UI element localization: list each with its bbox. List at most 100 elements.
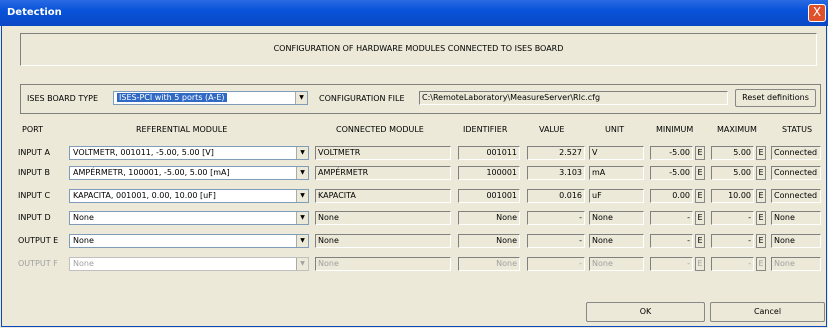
title-bar[interactable]: Detection X: [0, 0, 828, 26]
identifier-value: None: [496, 213, 517, 222]
minimum-value: -5.00: [669, 148, 690, 157]
unit-field: None: [589, 234, 644, 248]
measured-value: -: [579, 236, 582, 245]
unit-value: None: [592, 213, 613, 222]
edit-maximum-button[interactable]: E: [756, 211, 766, 225]
measured-value: 2.527: [559, 148, 582, 157]
referential-module-select[interactable]: AMPÉRMETR, 100001, -5.00, 5.00 [mA] ▼: [69, 166, 309, 180]
identifier-field: None: [458, 234, 520, 248]
config-file-label: CONFIGURATION FILE: [319, 94, 405, 103]
header-connected-module: CONNECTED MODULE: [336, 125, 424, 134]
referential-module-value: KAPACITA, 001001, 0.00, 10.00 [uF]: [73, 191, 216, 200]
referential-module-value: None: [73, 236, 94, 245]
edit-maximum-button[interactable]: E: [756, 166, 766, 180]
status-value: Connected: [774, 148, 818, 157]
chevron-down-icon: ▼: [296, 258, 308, 270]
minimum-value: -5.00: [669, 168, 690, 177]
close-button[interactable]: X: [808, 4, 826, 22]
maximum-value: 5.00: [733, 148, 751, 157]
measured-value: -: [579, 213, 582, 222]
connected-module-value: None: [318, 259, 339, 268]
header-referential-module: REFERENTIAL MODULE: [136, 125, 228, 134]
referential-module-select[interactable]: None ▼: [69, 234, 309, 248]
edit-minimum-button[interactable]: E: [695, 189, 705, 203]
value-field: -: [527, 257, 585, 271]
chevron-down-icon[interactable]: ▼: [296, 212, 308, 224]
status-field: None: [771, 234, 821, 248]
chevron-down-icon[interactable]: ▼: [295, 92, 307, 104]
minimum-value: -: [687, 259, 690, 268]
header-maximum: MAXIMUM: [717, 125, 757, 134]
unit-field: V: [589, 146, 644, 160]
connected-module-field: AMPÉRMETR: [315, 166, 451, 180]
referential-module-value: AMPÉRMETR, 100001, -5.00, 5.00 [mA]: [73, 168, 230, 177]
status-value: Connected: [774, 191, 818, 200]
board-settings-group: ISES BOARD TYPE ISES-PCI with 5 ports (A…: [20, 84, 821, 114]
edit-minimum-button[interactable]: E: [695, 146, 705, 160]
maximum-field: -: [711, 257, 754, 271]
identifier-value: None: [496, 259, 517, 268]
maximum-field: 5.00: [711, 166, 754, 180]
edit-minimum-button[interactable]: E: [695, 166, 705, 180]
banner-title: CONFIGURATION OF HARDWARE MODULES CONNEC…: [273, 44, 564, 53]
value-field: -: [527, 234, 585, 248]
status-field: None: [771, 211, 821, 225]
reset-definitions-button[interactable]: Reset definitions: [735, 89, 816, 107]
edit-maximum-button[interactable]: E: [756, 189, 766, 203]
identifier-value: 100001: [486, 168, 517, 177]
edit-maximum-button: E: [756, 257, 766, 271]
cancel-button[interactable]: Cancel: [710, 302, 825, 322]
maximum-value: 5.00: [733, 168, 751, 177]
referential-module-select[interactable]: None ▼: [69, 211, 309, 225]
status-field: Connected: [771, 189, 821, 203]
minimum-field: -5.00: [650, 166, 693, 180]
edit-maximum-button[interactable]: E: [756, 234, 766, 248]
maximum-field: -: [711, 211, 754, 225]
identifier-value: 001011: [486, 148, 517, 157]
connected-module-field: None: [315, 211, 451, 225]
unit-value: None: [592, 259, 613, 268]
port-label: OUTPUT F: [18, 259, 58, 268]
referential-module-select[interactable]: KAPACITA, 001001, 0.00, 10.00 [uF] ▼: [69, 189, 309, 203]
chevron-down-icon[interactable]: ▼: [296, 147, 308, 159]
referential-module-select[interactable]: VOLTMETR, 001011, -5.00, 5.00 [V] ▼: [69, 146, 309, 160]
edit-minimum-button[interactable]: E: [695, 211, 705, 225]
maximum-value: -: [748, 213, 751, 222]
connected-module-value: None: [318, 213, 339, 222]
connected-module-field: KAPACITA: [315, 189, 451, 203]
measured-value: -: [579, 259, 582, 268]
referential-module-select: None ▼: [69, 257, 309, 271]
minimum-value: -: [687, 236, 690, 245]
chevron-down-icon[interactable]: ▼: [296, 190, 308, 202]
maximum-field: -: [711, 234, 754, 248]
port-label: INPUT B: [18, 168, 50, 177]
unit-value: V: [592, 148, 598, 157]
header-minimum: MINIMUM: [656, 125, 694, 134]
status-field: None: [771, 257, 821, 271]
chevron-down-icon[interactable]: ▼: [296, 167, 308, 179]
connected-module-field: None: [315, 234, 451, 248]
maximum-value: -: [748, 259, 751, 268]
connected-module-value: None: [318, 236, 339, 245]
unit-value: mA: [592, 168, 606, 177]
status-value: None: [774, 213, 795, 222]
identifier-value: None: [496, 236, 517, 245]
unit-value: None: [592, 236, 613, 245]
edit-minimum-button: E: [695, 257, 705, 271]
chevron-down-icon[interactable]: ▼: [296, 235, 308, 247]
port-label: OUTPUT E: [18, 236, 59, 245]
status-field: Connected: [771, 146, 821, 160]
identifier-field: None: [458, 211, 520, 225]
edit-minimum-button[interactable]: E: [695, 234, 705, 248]
board-type-label: ISES BOARD TYPE: [27, 94, 99, 103]
unit-field: mA: [589, 166, 644, 180]
connected-module-value: AMPÉRMETR: [318, 168, 369, 177]
ok-button[interactable]: OK: [586, 302, 705, 322]
edit-maximum-button[interactable]: E: [756, 146, 766, 160]
port-label: INPUT D: [18, 213, 51, 222]
identifier-field: 001011: [458, 146, 520, 160]
config-file-field[interactable]: C:\RemoteLaboratory\MeasureServer\Rlc.cf…: [419, 91, 728, 105]
value-field: 0.016: [527, 189, 585, 203]
identifier-field: 001001: [458, 189, 520, 203]
board-type-select[interactable]: ISES-PCI with 5 ports (A-E) ▼: [113, 91, 308, 105]
